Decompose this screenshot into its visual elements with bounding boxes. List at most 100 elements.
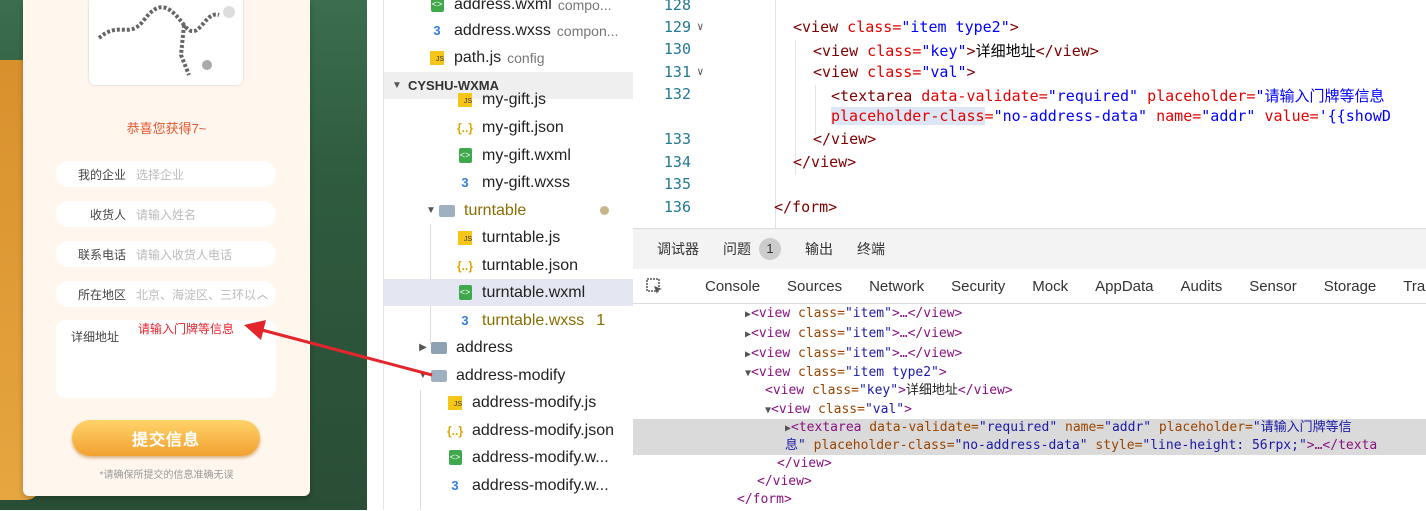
tree-item[interactable]: JS turntable.js: [384, 224, 633, 251]
tab-storage[interactable]: Storage: [1324, 278, 1377, 295]
tree-item[interactable]: 3 address-modify.w...: [384, 472, 633, 499]
code-line-132-wrap: placeholder-class="no-address-data" name…: [831, 107, 1391, 125]
dom-node-textarea-wrap: 息" placeholder-class="no-address-data" s…: [785, 438, 1378, 453]
chevron-down-icon[interactable]: ∨: [697, 65, 704, 78]
tab-sources[interactable]: Sources: [787, 278, 842, 295]
code-line-132: <textarea data-validate="required" place…: [831, 87, 1385, 105]
tree-item[interactable]: JS path.js config: [384, 44, 633, 71]
simulator-panel: 恭喜您获得7~ 我的企业 选择企业 收货人 请输入姓名 联系电话 请输入收货人电…: [0, 0, 367, 510]
recipient-label: 收货人: [89, 207, 126, 222]
company-field[interactable]: 我的企业 选择企业: [56, 161, 276, 187]
chevron-up-icon: ︿: [257, 289, 268, 301]
tab-network[interactable]: Network: [869, 278, 924, 295]
code-line-133: </view>: [813, 130, 877, 148]
js-file-icon: JS: [456, 93, 474, 107]
js-file-icon: JS: [456, 230, 474, 245]
dom-node-key[interactable]: <view class="key">详细地址</view>: [765, 382, 1013, 400]
code-line-129: <view class="item type2">: [793, 18, 1019, 36]
phone-label: 联系电话: [77, 247, 126, 262]
chevron-down-icon[interactable]: ∨: [697, 20, 704, 33]
inspect-element-icon[interactable]: [645, 277, 665, 297]
json-file-icon: {..}: [456, 120, 473, 135]
address-label: 详细地址: [71, 330, 120, 344]
tab-sensor[interactable]: Sensor: [1249, 278, 1297, 295]
region-placeholder: 北京、海淀区、三环以内: [136, 287, 257, 302]
tree-item[interactable]: <> address-modify.w...: [384, 444, 633, 471]
wxml-file-icon: <>: [456, 148, 474, 163]
tab-more[interactable]: Tra: [1403, 278, 1425, 295]
line-number: 129: [663, 18, 691, 36]
tree-folder-turntable[interactable]: ▼ turntable: [384, 197, 633, 224]
tab-mock[interactable]: Mock: [1032, 278, 1068, 295]
line-number: 134: [663, 153, 691, 171]
modified-dot-icon: [600, 206, 609, 215]
chevron-down-icon: ▼: [426, 205, 436, 216]
wxml-file-icon: <>: [428, 0, 446, 12]
dom-close-form: </form>: [737, 492, 792, 507]
line-number: 128: [663, 0, 691, 14]
tree-item[interactable]: JS address-modify.js: [384, 389, 633, 416]
dom-node-item-type2[interactable]: ▼<view class="item type2">: [745, 364, 947, 382]
js-file-icon: JS: [446, 395, 464, 410]
region-label: 所在地区: [77, 287, 126, 302]
tree-item[interactable]: <> address.wxml compo...: [384, 0, 633, 18]
tree-item[interactable]: <> my-gift.wxml: [384, 142, 633, 169]
folder-open-icon: [430, 369, 448, 382]
dom-node-textarea[interactable]: ▶<textarea data-validate="required" name…: [785, 419, 1352, 437]
tab-issues[interactable]: 问题 1: [723, 238, 781, 260]
devtools-panel-tabs: Console Sources Network Security Mock Ap…: [633, 270, 1426, 304]
wxss-file-icon: 3: [461, 313, 469, 328]
wxss-file-icon: 3: [451, 478, 459, 493]
line-number: 131: [663, 63, 691, 81]
tab-terminal[interactable]: 终端: [857, 239, 885, 259]
js-file-icon: JS: [428, 50, 446, 65]
problem-count-badge: 1: [596, 311, 606, 329]
dom-close-view: </view>: [757, 474, 812, 489]
company-label: 我的企业: [77, 167, 126, 182]
company-placeholder: 选择企业: [136, 167, 185, 182]
line-number: 135: [663, 175, 691, 193]
map-image: [89, 0, 243, 85]
submit-button[interactable]: 提交信息: [72, 420, 260, 456]
devtools-panel: 调试器 问题 1 输出 终端 Console Sources Network Se…: [633, 228, 1426, 511]
tree-item[interactable]: {..} my-gift.json: [384, 114, 633, 141]
file-explorer: <> address.wxml compo... 3 address.wxss co…: [383, 0, 634, 510]
folder-icon: [430, 341, 448, 354]
code-editor[interactable]: 128 129 130 131 132 133 134 135 136 ∨ ∨ …: [633, 0, 1426, 228]
dom-node-val[interactable]: ▼<view class="val">: [765, 401, 912, 419]
tab-debugger[interactable]: 调试器: [657, 239, 699, 259]
wxss-file-icon: 3: [433, 23, 441, 38]
tab-output[interactable]: 输出: [805, 239, 833, 259]
tree-item[interactable]: {..} turntable.json: [384, 252, 633, 279]
congrats-text: 恭喜您获得7~: [126, 121, 207, 136]
dom-node-item[interactable]: ▶<view class="item">…</view>: [745, 325, 962, 343]
address-textarea[interactable]: 详细地址 请输入门牌等信息: [56, 320, 276, 398]
dom-node-item[interactable]: ▶<view class="item">…</view>: [745, 345, 962, 363]
devtools-top-tabs: 调试器 问题 1 输出 终端: [633, 229, 1426, 269]
chevron-down-icon: ▼: [418, 370, 428, 381]
tree-item[interactable]: 3 turntable.wxss 1: [384, 307, 633, 334]
recipient-placeholder: 请输入姓名: [136, 207, 197, 222]
tree-item[interactable]: JS my-gift.js: [384, 90, 633, 110]
tree-folder-address-modify[interactable]: ▼ address-modify: [384, 362, 633, 389]
tree-folder-address[interactable]: ▶ address: [384, 334, 633, 361]
region-field[interactable]: 所在地区 北京、海淀区、三环以内 ︿: [56, 281, 276, 307]
tree-item[interactable]: 3 address.wxss compon...: [384, 17, 633, 44]
folder-open-icon: [438, 204, 456, 217]
map-illustration: [97, 5, 235, 76]
dom-node-item[interactable]: ▶<view class="item">…</view>: [745, 305, 962, 323]
line-number: 136: [663, 198, 691, 216]
issues-count-badge: 1: [759, 238, 781, 260]
tree-item[interactable]: 3 my-gift.wxss: [384, 169, 633, 196]
tree-item[interactable]: {..} address-modify.json: [384, 417, 633, 444]
code-line-131: <view class="val">: [813, 63, 976, 81]
tab-security[interactable]: Security: [951, 278, 1005, 295]
recipient-field[interactable]: 收货人 请输入姓名: [56, 201, 276, 227]
tab-console[interactable]: Console: [705, 278, 760, 295]
line-number: 130: [663, 40, 691, 58]
tree-item-selected[interactable]: <> turntable.wxml: [384, 279, 633, 306]
dom-close-view: </view>: [777, 456, 832, 471]
phone-field[interactable]: 联系电话 请输入收货人电话: [56, 241, 276, 267]
tab-appdata[interactable]: AppData: [1095, 278, 1153, 295]
tab-audits[interactable]: Audits: [1181, 278, 1223, 295]
